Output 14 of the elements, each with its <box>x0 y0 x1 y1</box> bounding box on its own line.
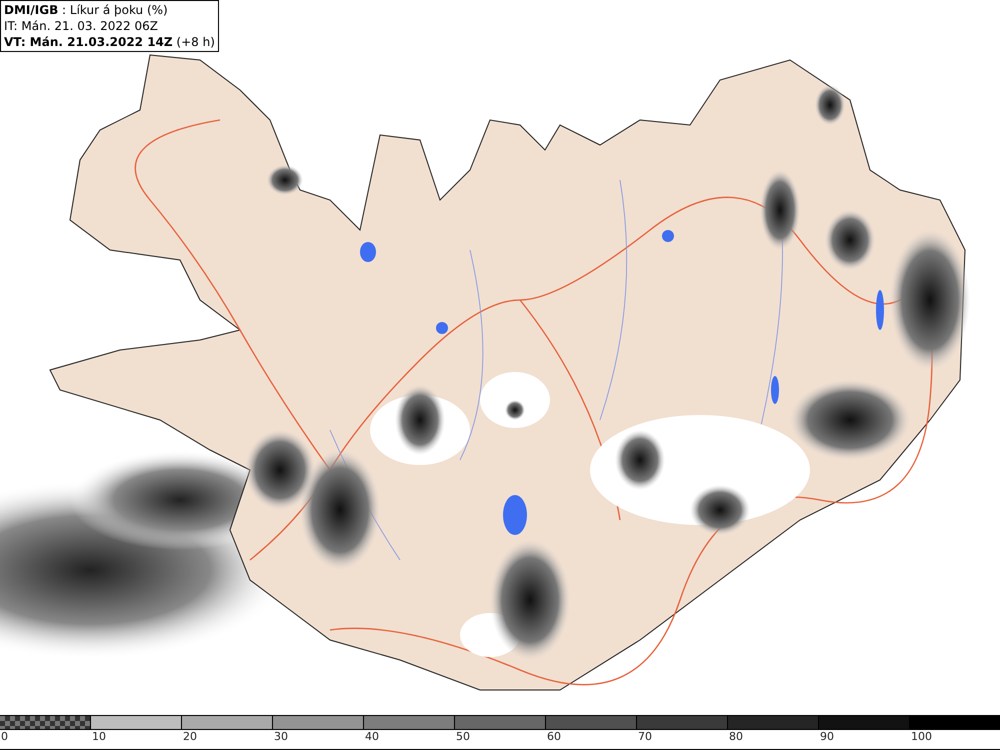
legend-label: 30 <box>273 730 288 743</box>
legend-label: 40 <box>364 730 379 743</box>
legend-label: 50 <box>455 730 470 743</box>
legend-label: 100 <box>910 730 932 743</box>
legend-label: 90 <box>819 730 834 743</box>
legend-label: 0 <box>0 730 8 743</box>
legend-label: 70 <box>637 730 652 743</box>
legend-label: 10 <box>91 730 106 743</box>
legend-label: 80 <box>728 730 743 743</box>
info-text: DMI/IGB : Líkur á þoku (%) <box>4 2 169 18</box>
info-text: VT: Mán. 21.03.2022 14Z (+8 h) <box>4 34 215 50</box>
legend-label: 60 <box>546 730 561 743</box>
info-text: IT: Mán. 21. 03. 2022 06Z <box>4 18 159 34</box>
legend-label: 20 <box>182 730 197 743</box>
